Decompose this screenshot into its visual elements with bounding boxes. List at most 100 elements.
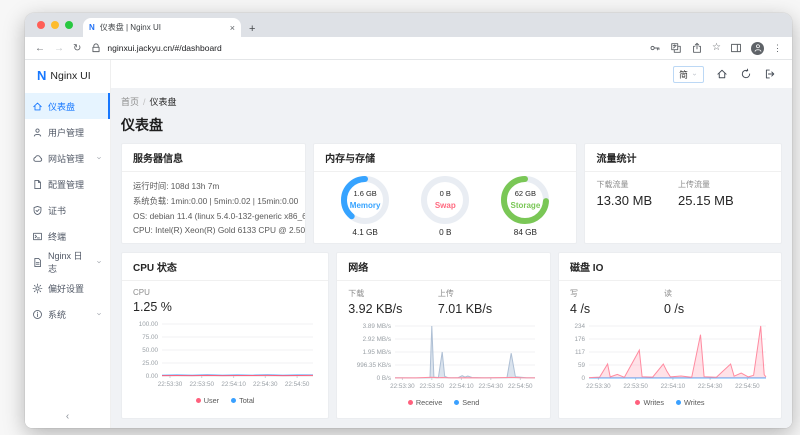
sidebar-item-dashboard[interactable]: 仪表盘 <box>25 93 110 119</box>
legend-item: Writes <box>635 398 664 407</box>
certificate-icon <box>32 205 43 216</box>
tab-close-icon[interactable]: × <box>230 23 235 33</box>
sidebar-item-label: 证书 <box>48 204 66 217</box>
window-controls <box>37 21 73 29</box>
svg-text:75.00: 75.00 <box>142 334 158 341</box>
chevron-down-icon <box>95 310 103 318</box>
sidebar-item-label: 系统 <box>48 308 66 321</box>
zoom-window-button[interactable] <box>65 21 73 29</box>
bookmark-star-icon[interactable]: ☆ <box>712 43 721 53</box>
legend-dot <box>196 398 201 403</box>
sidebar-item-label: 配置管理 <box>48 178 84 191</box>
cloud-icon <box>32 153 43 164</box>
main-area: 简 首页/仪表盘 仪表盘 服务器信息 运行时间: 108d 13h 7m系统负载… <box>111 60 792 428</box>
disk-chart: 23417611759022:53:3022:53:5022:54:1022:5… <box>570 322 770 407</box>
legend-item: User <box>196 396 219 405</box>
svg-text:22:54:50: 22:54:50 <box>508 383 533 390</box>
memory-storage-card: 内存与存储 1.6 GBMemory4.1 GB0 BSwap0 B62 GBS… <box>313 143 577 244</box>
url-box[interactable]: nginxui.jackyu.cn/#/dashboard <box>90 42 640 54</box>
network-chart: 3.89 MB/s2.92 MB/s1.95 MB/s996.35 KB/s0 … <box>348 322 539 407</box>
stat-value: 25.15 MB <box>678 193 760 208</box>
legend-dot <box>454 400 459 405</box>
gauge-used-value: 1.6 GB <box>339 189 391 198</box>
profile-avatar[interactable] <box>751 42 764 55</box>
svg-text:59: 59 <box>578 362 586 369</box>
stat: CPU1.25 % <box>133 288 220 314</box>
url-text[interactable]: nginxui.jackyu.cn/#/dashboard <box>107 43 221 53</box>
brand-name: Nginx UI <box>50 70 90 82</box>
side-panel-icon[interactable] <box>730 42 742 54</box>
svg-text:3.89 MB/s: 3.89 MB/s <box>363 323 391 330</box>
breadcrumb-current: 仪表盘 <box>150 97 177 107</box>
brand[interactable]: N Nginx UI <box>25 60 110 91</box>
sidebar-item-log[interactable]: Nginx 日志 <box>25 249 110 275</box>
home-icon[interactable] <box>716 68 728 80</box>
restart-icon[interactable] <box>740 68 752 80</box>
sidebar-collapse-icon[interactable]: ‹ <box>25 411 110 422</box>
stat: 上传 7.01 KB/s <box>438 288 528 316</box>
chevron-down-icon <box>95 154 103 162</box>
gauge-storage: 62 GBStorage84 GB <box>499 174 551 237</box>
chart-svg: 23417611759022:53:3022:53:5022:54:1022:5… <box>570 322 770 392</box>
server-info-row: CPU: Intel(R) Xeon(R) Gold 6133 CPU @ 2.… <box>133 223 294 238</box>
svg-text:996.35 KB/s: 996.35 KB/s <box>357 362 391 369</box>
card-title: 服务器信息 <box>122 144 305 172</box>
close-window-button[interactable] <box>37 21 45 29</box>
minimize-window-button[interactable] <box>51 21 59 29</box>
sidebar-item-user[interactable]: 用户管理 <box>25 119 110 145</box>
svg-text:22:54:30: 22:54:30 <box>698 383 723 390</box>
svg-text:25.00: 25.00 <box>142 360 158 367</box>
sidebar-item-certificate[interactable]: 证书 <box>25 197 110 223</box>
server-info-card: 服务器信息 运行时间: 108d 13h 7m系统负载: 1min:0.00 |… <box>121 143 306 244</box>
svg-text:2.92 MB/s: 2.92 MB/s <box>363 336 391 343</box>
logout-icon[interactable] <box>764 68 776 80</box>
language-select[interactable]: 简 <box>673 66 704 83</box>
browser-menu-icon[interactable]: ⋮ <box>773 43 782 54</box>
legend-dot <box>231 398 236 403</box>
back-icon[interactable]: ← <box>35 43 45 54</box>
sidebar-item-settings[interactable]: 偏好设置 <box>25 275 110 301</box>
sidebar-item-cloud[interactable]: 网站管理 <box>25 145 110 171</box>
stat-value: 7.01 KB/s <box>438 302 528 316</box>
legend-item: Writes <box>676 398 705 407</box>
chart-svg: 100.0075.0050.0025.000.0022:53:3022:53:5… <box>133 320 317 390</box>
stat: 下载流量13.30 MB <box>596 179 678 208</box>
new-tab-button[interactable]: + <box>249 23 255 35</box>
traffic-stats: 下载流量13.30 MB上传流量25.15 MB <box>585 172 781 215</box>
svg-text:0: 0 <box>582 375 586 382</box>
svg-text:22:54:30: 22:54:30 <box>253 381 278 388</box>
svg-text:22:53:50: 22:53:50 <box>420 383 445 390</box>
svg-text:22:54:30: 22:54:30 <box>479 383 504 390</box>
sidebar: N Nginx UI 仪表盘用户管理网站管理配置管理证书终端Nginx 日志偏好… <box>25 60 111 428</box>
reload-icon[interactable]: ↻ <box>73 43 81 54</box>
svg-text:176: 176 <box>575 336 586 343</box>
stat-label: 写 <box>570 288 664 299</box>
sidebar-item-terminal[interactable]: 终端 <box>25 223 110 249</box>
svg-text:22:53:30: 22:53:30 <box>586 383 611 390</box>
breadcrumb-home[interactable]: 首页 <box>121 97 139 107</box>
svg-text:50.00: 50.00 <box>142 347 158 354</box>
log-icon <box>32 257 43 268</box>
sidebar-item-file[interactable]: 配置管理 <box>25 171 110 197</box>
sidebar-item-label: Nginx 日志 <box>48 249 90 275</box>
stat-label: 上传 <box>438 288 528 299</box>
password-key-icon[interactable] <box>649 42 661 54</box>
svg-text:22:54:10: 22:54:10 <box>661 383 686 390</box>
card-title: 网络 <box>337 253 550 281</box>
nginx-ui-logo: N <box>37 68 46 83</box>
share-icon[interactable] <box>691 42 703 54</box>
gauge-label: Swap <box>419 201 471 210</box>
svg-text:22:54:50: 22:54:50 <box>285 381 310 388</box>
svg-text:22:53:30: 22:53:30 <box>158 381 183 388</box>
terminal-icon <box>32 231 43 242</box>
browser-tab[interactable]: N 仪表盘 | Nginx UI × <box>83 18 241 37</box>
sidebar-item-label: 网站管理 <box>48 152 84 165</box>
legend-item: Receive <box>408 398 442 407</box>
svg-text:22:54:50: 22:54:50 <box>735 383 760 390</box>
chart-legend: Writes Writes <box>570 398 770 407</box>
sidebar-item-system[interactable]: 系统 <box>25 301 110 327</box>
top-cards-row: 服务器信息 运行时间: 108d 13h 7m系统负载: 1min:0.00 |… <box>121 143 782 244</box>
app-header: 简 <box>111 60 792 88</box>
translate-icon[interactable] <box>670 42 682 54</box>
card-title: 流量统计 <box>585 144 781 172</box>
